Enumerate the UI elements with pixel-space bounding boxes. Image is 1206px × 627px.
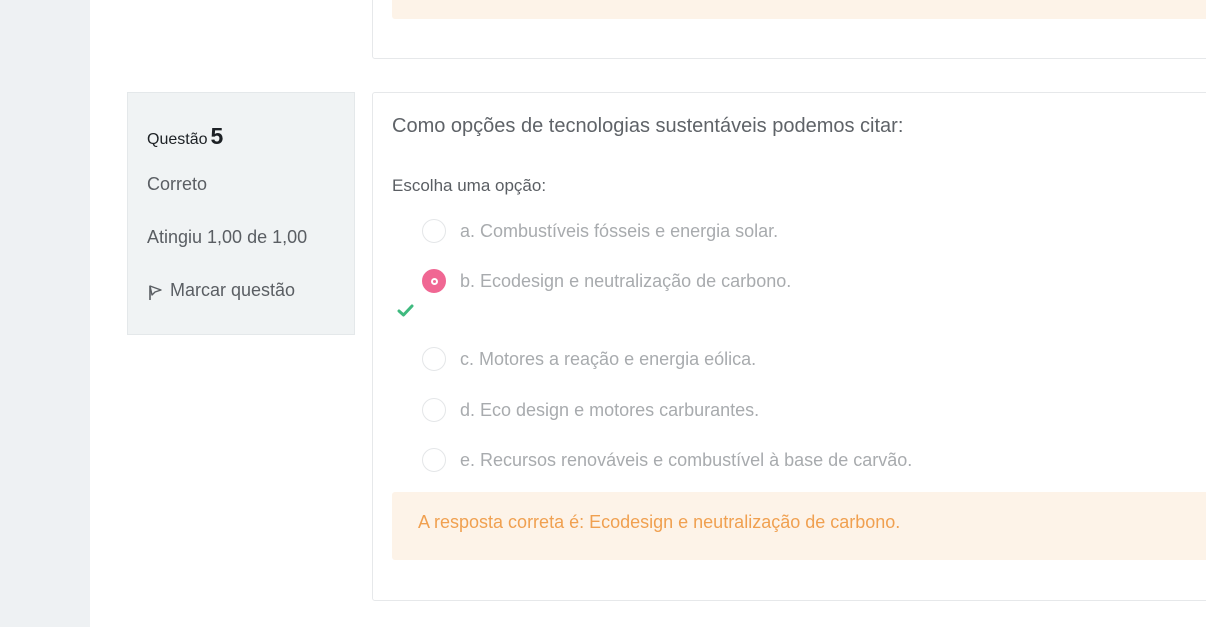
- option-c-label: c. Motores a reação e energia eólica.: [460, 348, 757, 369]
- left-sidebar-rail: [0, 0, 90, 627]
- option-e[interactable]: e. Recursos renováveis e combustível à b…: [422, 447, 912, 473]
- option-b[interactable]: b. Ecodesign e neutralização de carbono.: [422, 268, 791, 294]
- question-grade: Atingiu 1,00 de 1,00: [147, 227, 308, 247]
- radio-option-b[interactable]: [422, 269, 446, 293]
- question-info-panel: Questão 5 Correto Atingiu 1,00 de 1,00 Ma…: [127, 92, 355, 335]
- flag-question-label: Marcar questão: [170, 279, 296, 300]
- correct-answer-feedback: A resposta correta é: Ecodesign e neutra…: [418, 512, 901, 532]
- option-a-label: a. Combustíveis fósseis e energia solar.: [460, 220, 779, 241]
- option-a[interactable]: a. Combustíveis fósseis e energia solar.: [422, 218, 778, 244]
- option-b-label: b. Ecodesign e neutralização de carbono.: [460, 270, 792, 291]
- option-e-label: e. Recursos renováveis e combustível à b…: [460, 449, 913, 470]
- question-number-value: 5: [210, 123, 224, 149]
- radio-option-a[interactable]: [422, 219, 446, 243]
- radio-option-e[interactable]: [422, 448, 446, 472]
- option-d-label: d. Eco design e motores carburantes.: [460, 399, 760, 420]
- option-c[interactable]: c. Motores a reação e energia eólica.: [422, 346, 756, 372]
- flag-question-link[interactable]: Marcar questão: [147, 279, 295, 301]
- question-number: Questão 5: [147, 123, 223, 150]
- flag-icon: [149, 285, 162, 300]
- radio-option-c[interactable]: [422, 347, 446, 371]
- previous-question-feedback: [392, 0, 1206, 19]
- radio-dot-icon: [430, 277, 438, 285]
- radio-option-d[interactable]: [422, 398, 446, 422]
- option-d[interactable]: d. Eco design e motores carburantes.: [422, 397, 759, 423]
- question-number-label: Questão: [147, 131, 208, 148]
- question-state: Correto: [147, 174, 208, 194]
- check-icon: [397, 304, 414, 317]
- answer-prompt: Escolha uma opção:: [392, 176, 547, 195]
- question-text: Como opções de tecnologias sustentáveis …: [392, 115, 904, 137]
